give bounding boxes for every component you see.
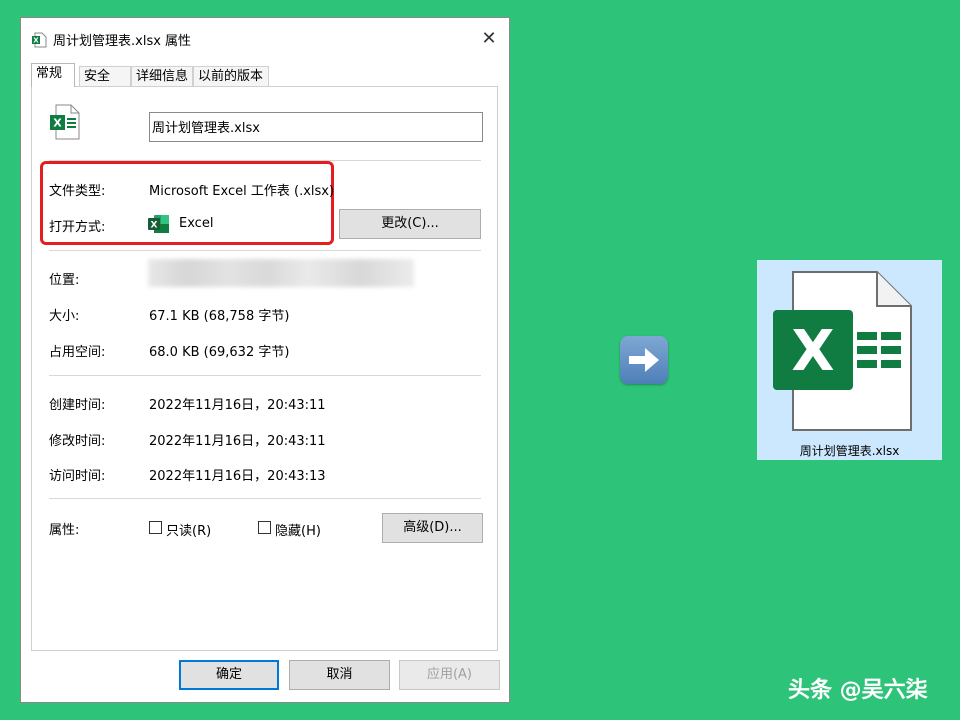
svg-text:X: X [53,117,62,130]
title-bar: X 周计划管理表.xlsx 属性 ✕ [21,18,509,58]
divider [49,375,481,376]
advanced-button[interactable]: 高级(D)... [382,513,483,543]
accessed-label: 访问时间: [49,469,106,484]
divider [49,250,481,251]
watermark: 头条 @吴六柒 [788,678,928,703]
svg-text:X: X [151,221,158,231]
readonly-checkbox[interactable] [149,521,162,534]
accessed-value: 2022年11月16日，20:43:13 [149,469,326,484]
modified-label: 修改时间: [49,434,106,449]
readonly-label[interactable]: 只读(R) [166,520,211,539]
file-type-label: 文件类型: [49,184,106,199]
properties-dialog: X 周计划管理表.xlsx 属性 ✕ 常规 安全 详细信息 以前的版本 X 周计… [20,17,510,703]
apply-button[interactable]: 应用(A) [399,660,500,690]
created-value: 2022年11月16日，20:43:11 [149,398,326,413]
excel-file-icon: X [49,104,81,144]
close-icon: ✕ [481,28,497,49]
modified-value: 2022年11月16日，20:43:11 [149,434,326,449]
change-button[interactable]: 更改(C)... [339,209,481,239]
file-name-input[interactable]: 周计划管理表.xlsx [149,112,483,142]
result-file-caption: 周计划管理表.xlsx [799,444,900,458]
attributes-label: 属性: [49,523,80,538]
hidden-label[interactable]: 隐藏(H) [275,520,321,539]
size-label: 大小: [49,309,80,324]
hidden-checkbox[interactable] [258,521,271,534]
size-on-disk-label: 占用空间: [49,345,106,360]
location-label: 位置: [49,273,80,288]
divider [49,498,481,499]
close-button[interactable]: ✕ [477,28,501,52]
window-title: 周计划管理表.xlsx 属性 [53,34,192,49]
result-file-tile[interactable]: X 周计划管理表.xlsx [757,260,942,460]
opens-with-label: 打开方式: [49,220,106,235]
excel-large-file-icon: X [771,270,913,436]
location-value-redacted [148,259,414,287]
tab-general[interactable]: 常规 [31,63,75,87]
size-value: 67.1 KB (68,758 字节) [149,309,290,324]
svg-text:X: X [791,319,834,384]
size-on-disk-value: 68.0 KB (69,632 字节) [149,345,290,360]
file-type-value: Microsoft Excel 工作表 (.xlsx) [149,184,335,199]
created-label: 创建时间: [49,398,106,413]
opens-with-value: Excel [179,216,214,231]
tab-details[interactable]: 详细信息 [131,66,193,86]
right-arrow-icon [620,336,668,384]
tab-security[interactable]: 安全 [79,66,131,86]
svg-text:X: X [33,37,39,45]
excel-file-icon: X [31,32,47,52]
cancel-button[interactable]: 取消 [289,660,390,690]
tab-previous-versions[interactable]: 以前的版本 [193,66,269,86]
excel-app-icon: X [148,214,170,238]
ok-button[interactable]: 确定 [179,660,279,690]
